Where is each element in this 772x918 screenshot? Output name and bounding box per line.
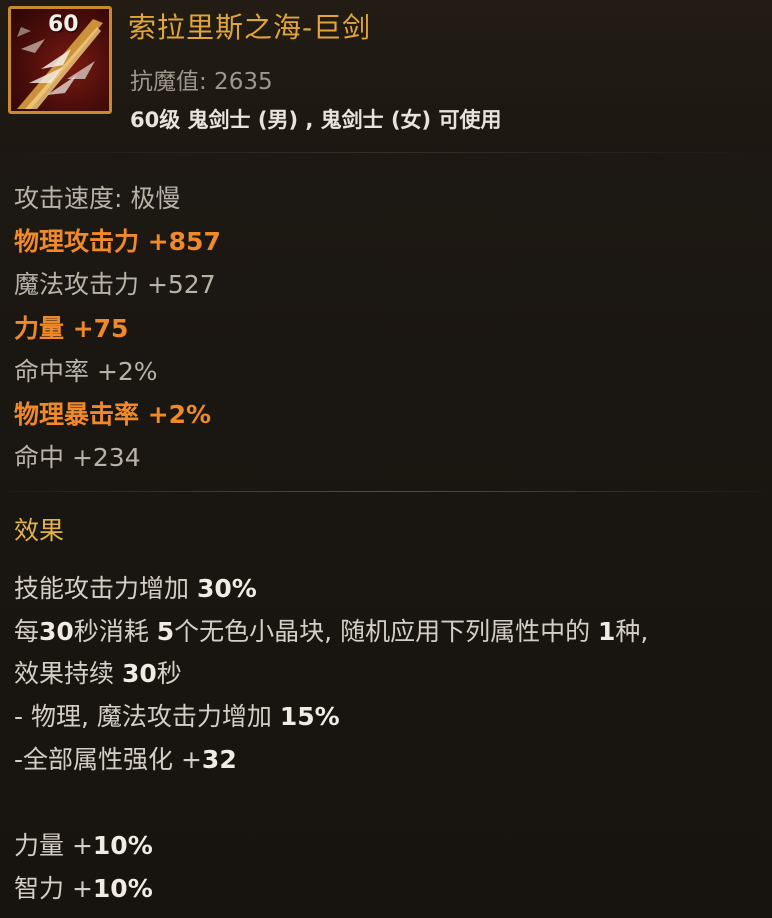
stat-line: 攻击速度: 极慢 xyxy=(14,184,181,213)
effect-label: -全部属性强化 + xyxy=(14,745,202,774)
stat-line: 命中率 +2% xyxy=(14,357,158,386)
effect-text: 每 xyxy=(14,617,40,646)
bonus-label: 力量 + xyxy=(14,831,93,860)
stat-line: 物理攻击力 +857 xyxy=(14,227,221,256)
effect-number: 30 xyxy=(39,617,74,646)
anti-magic-value: 抗魔值: 2635 xyxy=(130,69,273,95)
section-divider xyxy=(8,491,764,492)
effect-value: 30% xyxy=(196,574,257,603)
stat-line: 魔法攻击力 +527 xyxy=(14,270,216,299)
bonus-line: 智力 +10% xyxy=(14,876,153,901)
effect-text: 效果持续 xyxy=(14,659,122,688)
usable-by: 60级 鬼剑士 (男) , 鬼剑士 (女) 可使用 xyxy=(130,108,502,132)
effect-value: 32 xyxy=(201,745,237,774)
item-tooltip: 60 索拉里斯之海-巨剑 抗魔值: 2635 60级 鬼剑士 (男) , 鬼剑士… xyxy=(0,0,772,918)
stat-line: 物理暴击率 +2% xyxy=(14,400,212,429)
effects-title: 效果 xyxy=(14,516,65,545)
effect-line: -全部属性强化 +32 xyxy=(14,747,237,772)
effect-label: 技能攻击力增加 xyxy=(14,574,197,603)
item-name: 索拉里斯之海-巨剑 xyxy=(128,11,372,44)
bonus-value: 10% xyxy=(92,874,153,903)
bonus-value: 10% xyxy=(92,831,153,860)
bonus-label: 智力 + xyxy=(14,874,93,903)
effect-line: 每30秒消耗 5个无色小晶块, 随机应用下列属性中的 1种, xyxy=(14,619,648,644)
item-level: 60 xyxy=(48,12,79,37)
effect-number: 1 xyxy=(598,617,616,646)
effect-number: 5 xyxy=(156,617,175,646)
tooltip-header: 60 索拉里斯之海-巨剑 抗魔值: 2635 60级 鬼剑士 (男) , 鬼剑士… xyxy=(0,0,772,152)
effect-number: 30 xyxy=(121,659,157,688)
stat-line: 力量 +75 xyxy=(14,314,129,343)
effect-text: 秒 xyxy=(156,659,182,688)
effect-text: 个无色小晶块, 随机应用下列属性中的 xyxy=(174,617,599,646)
effect-text: 秒消耗 xyxy=(73,617,157,646)
effect-line: 效果持续 30秒 xyxy=(14,661,182,686)
effect-label: - 物理, 魔法攻击力增加 xyxy=(14,702,280,731)
bonus-line: 力量 +10% xyxy=(14,833,153,858)
header-divider xyxy=(8,152,764,153)
stat-line: 命中 +234 xyxy=(14,443,141,472)
effect-line: 技能攻击力增加 30% xyxy=(14,576,257,601)
effect-line: - 物理, 魔法攻击力增加 15% xyxy=(14,704,340,729)
effect-value: 15% xyxy=(279,702,340,731)
effect-text: 种, xyxy=(615,617,649,646)
